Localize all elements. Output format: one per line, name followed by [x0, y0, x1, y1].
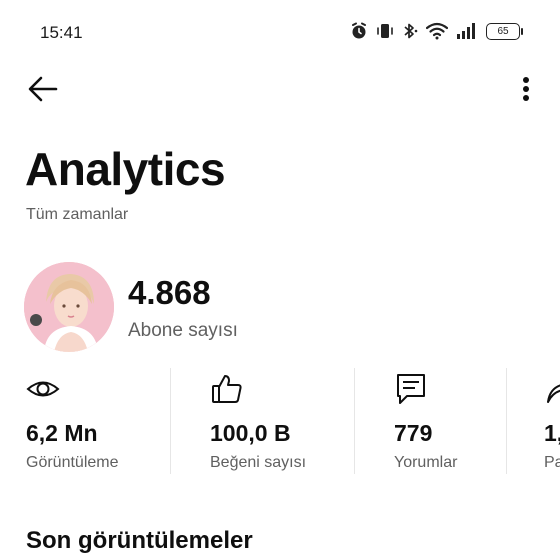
avatar-illustration: [24, 262, 114, 352]
more-vertical-icon: [523, 77, 529, 101]
stat-label: Pa: [544, 454, 560, 471]
wifi-icon: [426, 22, 448, 40]
vibrate-icon: [377, 24, 393, 38]
subscriber-label: Abone sayısı: [128, 320, 238, 341]
arrow-left-icon: [28, 76, 58, 102]
comment-icon: [397, 374, 425, 404]
alarm-icon: [352, 22, 366, 39]
status-icons: 65: [350, 22, 523, 40]
thumbs-up-icon: [212, 375, 242, 403]
stat-value: 100,0 B: [210, 420, 291, 446]
stat-value: 6,2 Mn: [26, 420, 98, 446]
stat-divider: [506, 368, 507, 474]
stat-label: Yorumlar: [394, 454, 458, 471]
page-title: Analytics: [25, 143, 226, 195]
signal-icon: [457, 23, 475, 39]
share-icon: [547, 384, 560, 403]
bluetooth-icon: [404, 23, 418, 39]
stat-label: Görüntüleme: [26, 454, 119, 471]
channel-avatar: [24, 262, 114, 352]
stat-divider: [170, 368, 171, 474]
stat-value: 779: [394, 420, 433, 446]
more-options-button[interactable]: [516, 72, 536, 106]
stat-shares[interactable]: 1, Pa: [544, 368, 560, 478]
back-button[interactable]: [26, 72, 60, 106]
stat-value: 1,: [544, 420, 560, 446]
stat-label: Beğeni sayısı: [210, 454, 307, 471]
date-range-label: Tüm zamanlar: [26, 206, 129, 223]
battery-icon: 65: [486, 22, 523, 40]
status-bar: 15:41 65: [0, 0, 560, 66]
section-title: Son görüntülemeler: [26, 527, 253, 554]
analytics-screen: 15:41 65 Analytics Tüm zamanlar 4.868 Ab…: [0, 0, 560, 560]
subscriber-count: 4.868: [128, 274, 211, 311]
stat-divider: [354, 368, 355, 474]
status-time: 15:41: [40, 23, 83, 42]
eye-icon: [26, 381, 60, 397]
